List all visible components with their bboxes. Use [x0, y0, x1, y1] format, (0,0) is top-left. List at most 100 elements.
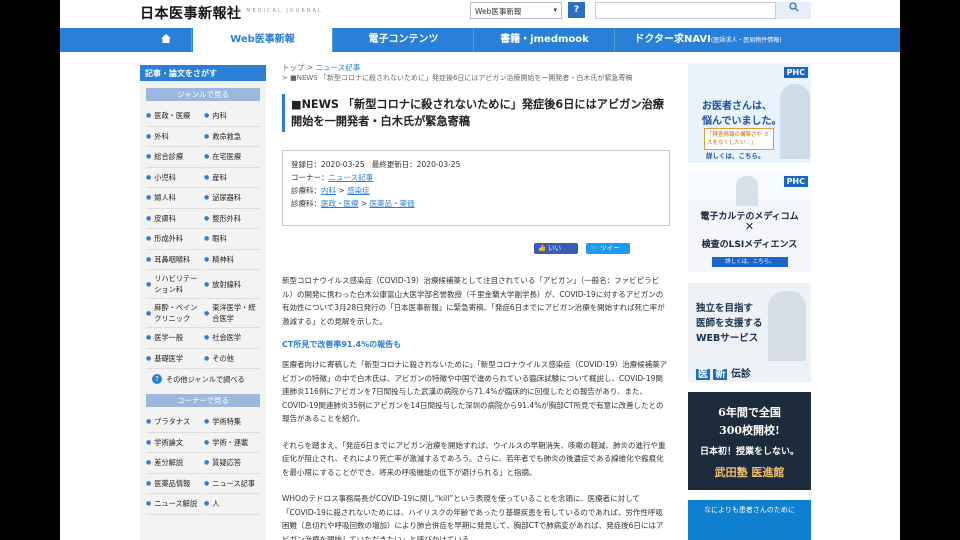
article-paragraph-3: それらを踏まえ、「発症6日までにアビガン治療を開始すれば、ウイルスの早期消失、咳… — [282, 440, 666, 477]
ad-banner-phc-1[interactable]: PHC お医者さんは、 悩んでいました。 「検査情報の構築さや ミスをなくしたい… — [688, 64, 811, 163]
corner-item[interactable]: ● ニュース解説 — [146, 494, 202, 515]
dept-link-policy[interactable]: 医政・医療 — [321, 199, 359, 208]
corner-link[interactable]: ニュース記事 — [329, 173, 374, 182]
help-button[interactable]: ? — [568, 2, 585, 18]
genre-item[interactable]: ● 小児科 — [146, 168, 202, 188]
corner-item[interactable]: ● プラタナス — [146, 412, 202, 433]
dept-link-drugs[interactable]: 医薬品・薬価 — [370, 199, 415, 208]
genre-item[interactable]: ● 精神科 — [204, 250, 260, 270]
genre-item[interactable]: ● 耳鼻咽喉科 — [146, 250, 202, 270]
genre-item-label: 精神科 — [212, 254, 234, 264]
genre-item-label: 放射線科 — [212, 279, 242, 289]
genre-item[interactable]: ● 基礎医学 — [146, 349, 202, 369]
genre-item[interactable]: ● 整形外科 — [204, 209, 260, 229]
genre-item-label: 医政・医療 — [154, 111, 191, 121]
breadcrumb: トップ > ニュース記事 > ■NEWS 「新型コロナに殺されないために」発症後… — [282, 62, 670, 84]
genre-item[interactable]: ● その他 — [204, 349, 260, 369]
genre-item[interactable]: ● 外科 — [146, 127, 202, 147]
ad3-brand: 医 新 伝診 — [696, 365, 751, 380]
dept-label-2: 診療科： — [291, 199, 321, 208]
genre-item[interactable]: ● 形成外科 — [146, 229, 202, 250]
breadcrumb-top[interactable]: トップ — [282, 63, 305, 72]
breadcrumb-news[interactable]: ニュース記事 — [316, 63, 361, 72]
bullet-icon: ● — [204, 418, 210, 426]
corner-item-label: 医薬品情報 — [154, 478, 191, 488]
corner-item[interactable]: ● 学術・連載 — [204, 433, 260, 453]
genre-item[interactable]: ● 眼科 — [204, 229, 260, 250]
facebook-like-button[interactable]: 👍 いいね！ — [534, 243, 578, 261]
bullet-icon: ● — [146, 309, 152, 317]
genre-item[interactable]: ● 泌尿器科 — [204, 188, 260, 209]
ad1-more-link[interactable]: 詳しくは、こちら。 — [706, 150, 765, 160]
registered-label: 登録日： — [291, 160, 321, 169]
article-paragraph-1: 新型コロナウイルス感染症（COVID-19）治療候補薬として注目されている「アビ… — [282, 276, 665, 326]
genre-item[interactable]: ● 医政・医療 — [146, 106, 202, 127]
corner-item[interactable]: ● 質疑応答 — [204, 453, 260, 474]
genre-item[interactable]: ● 麻酔・ペインクリニック — [146, 299, 202, 328]
genre-item[interactable]: ● 皮膚科 — [146, 209, 202, 229]
corner-item-label: 学術・連載 — [212, 437, 249, 447]
dept-link-internal[interactable]: 内科 — [321, 186, 336, 195]
ad4-line3: 日本初！授業をしない。 — [699, 447, 799, 457]
more-genres-link[interactable]: ? その他ジャンルで調べる — [140, 369, 266, 387]
corner-item[interactable]: ● 人 — [204, 494, 260, 515]
doctor-illustration — [780, 84, 810, 159]
tab-digital-contents[interactable]: 電子コンテンツ — [334, 28, 474, 52]
tab-doctor-navi[interactable]: ドクター求NAVI(医師求人・医局物件情報) — [616, 28, 800, 52]
genre-list: ● 医政・医療 ● 内科 ● 外科 ● 救命救急 ● 総合診療 ● 在宅医療 ● 小児科 ● 産科 ● 婦人科 ● 泌… — [140, 106, 266, 369]
ad-banner-takeda[interactable]: 6年間で全国 300校開校! 日本初！授業をしない。 武田塾 医進館 — [688, 392, 811, 490]
ad-banner-phc-2[interactable]: PHC 電子カルテのメディコム ✕ 検査のLSIメディエンス 詳しくは、こちら。 — [688, 173, 811, 272]
ad4-line1: 6年間で全国 — [718, 406, 781, 419]
bullet-icon: ● — [146, 235, 152, 243]
genre-item-label: 総合診療 — [154, 152, 184, 162]
genre-item[interactable]: ● リハビリテーション科 — [146, 270, 202, 299]
tab-books[interactable]: 書籍・jmedmook — [475, 28, 615, 52]
nav-home-button[interactable] — [140, 28, 192, 52]
tweet-button[interactable]: 🐦 ツイート — [586, 243, 630, 261]
genre-item[interactable]: ● 東洋医学・統合医学 — [204, 299, 260, 328]
bullet-icon: ● — [146, 112, 152, 120]
search-scope-select[interactable]: Web医事新報 ▾ — [470, 2, 562, 19]
article-title: ■NEWS 「新型コロナに殺されないために」発症後6日にはアビガン治療開始を一開… — [282, 94, 670, 132]
corner-item[interactable]: ● 学術論文 — [146, 433, 202, 453]
genre-item[interactable]: ● 産科 — [204, 168, 260, 188]
genre-item[interactable]: ● 内科 — [204, 106, 260, 127]
tab-web-ijishinpo[interactable]: Web医事新報 — [193, 28, 333, 52]
ad-banner-patients[interactable]: なによりも患者さんのために — [688, 500, 811, 540]
ad2-line2: 検査のLSIメディエンス — [701, 240, 798, 250]
ad4-line4: 武田塾 医進館 — [714, 466, 785, 479]
corner-item[interactable]: ● 差分解説 — [146, 453, 202, 474]
ad1-line2: 悩んでいました。 — [702, 116, 782, 127]
corner-item-label: 人 — [212, 499, 220, 509]
genre-item[interactable]: ● 社会医学 — [204, 328, 260, 349]
genre-item[interactable]: ● 救命救急 — [204, 127, 260, 147]
corner-item[interactable]: ● ニュース記事 — [204, 474, 260, 494]
genre-item-label: 皮膚科 — [154, 213, 176, 223]
chevron-down-icon: ▾ — [553, 6, 557, 14]
genre-item[interactable]: ● 医学一般 — [146, 328, 202, 349]
ad-banner-ishin[interactable]: 独立を目指す 医師を支援する WEBサービス 医 新 伝診 — [688, 283, 811, 382]
ad3-brand-pre: 医 — [696, 369, 710, 380]
genre-item[interactable]: ● 在宅医療 — [204, 147, 260, 168]
genre-item[interactable]: ● 放射線科 — [204, 270, 260, 299]
genre-item-label: 耳鼻咽喉科 — [154, 254, 191, 264]
bullet-icon: ● — [204, 500, 210, 508]
bullet-icon: ● — [146, 334, 152, 342]
dept-link-infection[interactable]: 感染症 — [347, 186, 370, 195]
genre-item-label: 基礎医学 — [154, 353, 184, 363]
genre-item-label: リハビリテーション科 — [154, 274, 198, 294]
genre-item-label: 整形外科 — [212, 213, 242, 223]
corner-item-label: ニュース記事 — [212, 478, 256, 488]
breadcrumb-sep-2: > — [282, 74, 288, 82]
genre-item[interactable]: ● 総合診療 — [146, 147, 202, 168]
bullet-icon: ● — [204, 280, 210, 288]
genre-item[interactable]: ● 婦人科 — [146, 188, 202, 209]
twitter-bird-icon: 🐦 — [590, 244, 599, 252]
search-button[interactable] — [775, 2, 811, 19]
ad2-cta[interactable]: 詳しくは、こちら。 — [712, 257, 788, 267]
article-subheading: CT所見で改善率91.4%の報告も — [282, 340, 402, 349]
corner-item[interactable]: ● 医薬品情報 — [146, 474, 202, 494]
corner-item[interactable]: ● 学術特集 — [204, 412, 260, 433]
genre-item-label: 小児科 — [154, 172, 176, 182]
tab-doctor-navi-label: ドクター求NAVI — [634, 34, 711, 45]
